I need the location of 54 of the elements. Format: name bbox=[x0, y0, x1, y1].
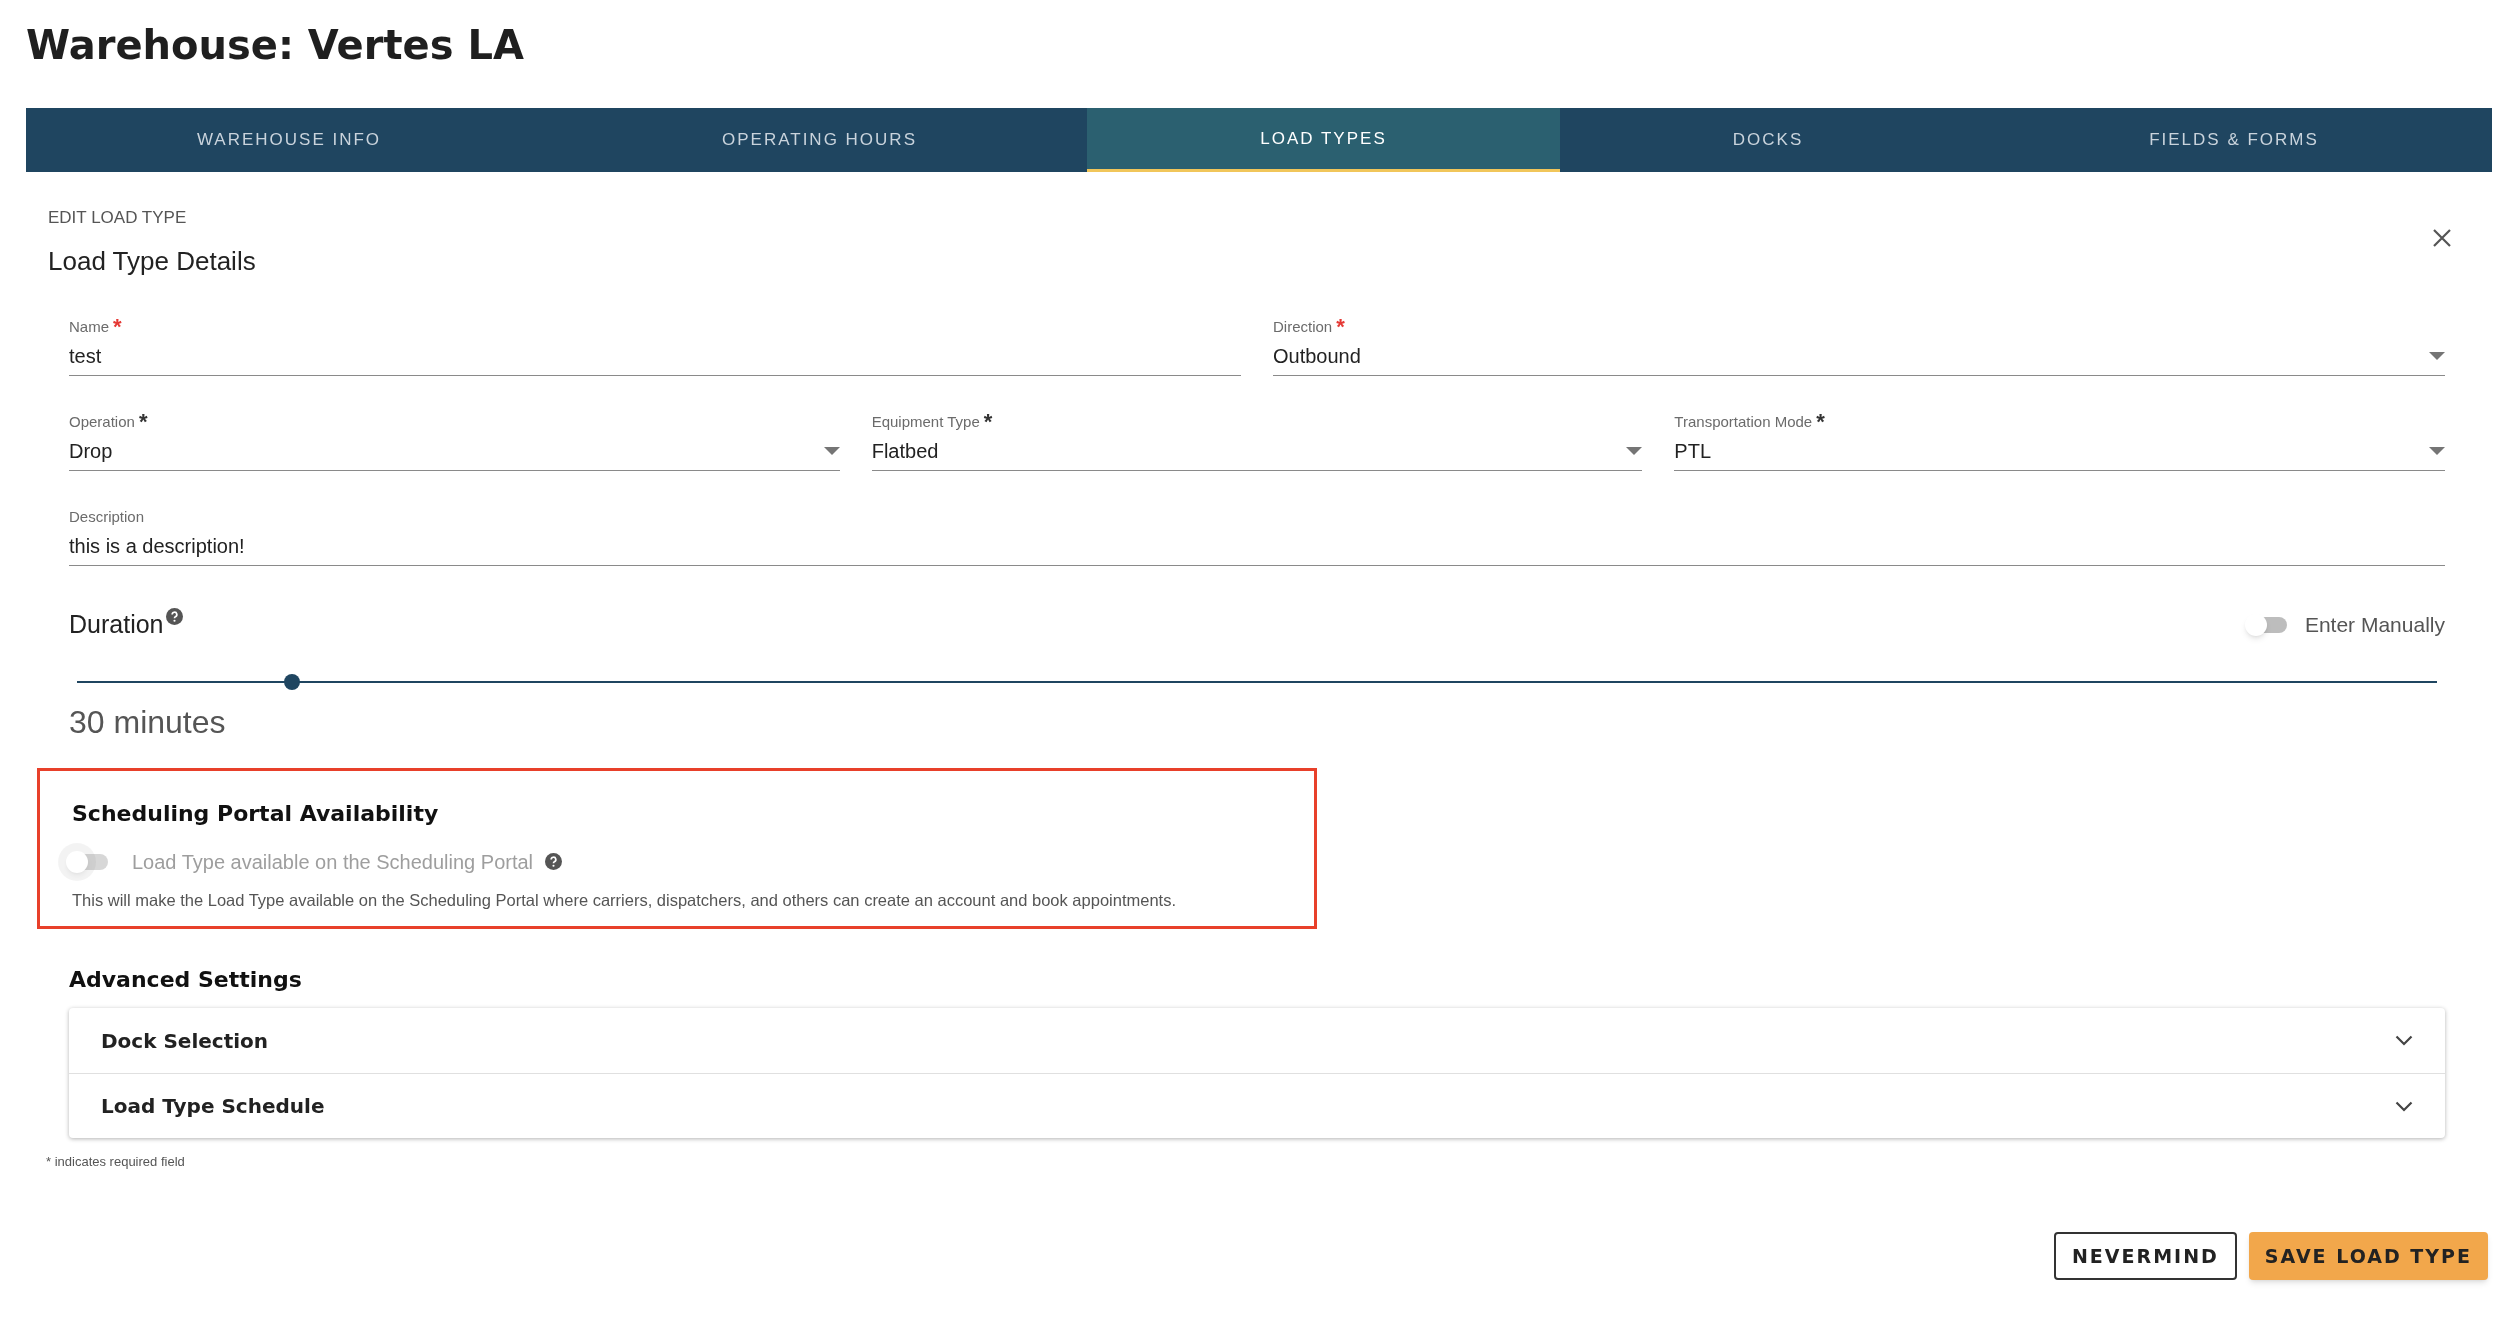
tab[interactable]: LOAD TYPES bbox=[1087, 108, 1560, 172]
field-value: this is a description! bbox=[69, 534, 245, 559]
tab[interactable]: WAREHOUSE INFO bbox=[26, 108, 552, 172]
dropdown-caret-icon bbox=[1626, 447, 1643, 455]
required-asterisk: * bbox=[113, 317, 122, 337]
field-value: test bbox=[69, 344, 102, 369]
slider-track[interactable] bbox=[77, 673, 2437, 690]
page-title: Warehouse: Vertes LA bbox=[26, 21, 525, 70]
field-label: Description bbox=[69, 507, 145, 527]
required-asterisk: * bbox=[1816, 412, 1825, 432]
help-icon[interactable] bbox=[165, 608, 183, 625]
accordion-header[interactable]: Dock Selection bbox=[69, 1008, 2445, 1074]
toggle-label: Load Type available on the Scheduling Portal bbox=[132, 849, 534, 875]
section-heading: Scheduling Portal Availability bbox=[72, 799, 440, 828]
field-label: Transportation Mode bbox=[1674, 412, 1813, 432]
dropdown-caret-icon bbox=[823, 447, 840, 455]
field-label: Name bbox=[69, 317, 109, 337]
required-asterisk: * bbox=[983, 412, 993, 432]
input-field[interactable]: Name * test bbox=[69, 317, 1241, 376]
field-label: Direction bbox=[1273, 317, 1333, 337]
field-value: PTL bbox=[1674, 439, 1712, 464]
field-value: Outbound bbox=[1273, 344, 1361, 369]
tab[interactable]: OPERATING HOURS bbox=[552, 108, 1087, 172]
input-field[interactable]: Description this is a description! bbox=[69, 507, 2445, 566]
duration-label: Duration bbox=[69, 609, 164, 640]
slider-thumb[interactable] bbox=[283, 673, 300, 690]
close-icon[interactable] bbox=[2432, 228, 2452, 248]
dropdown-caret-icon bbox=[2429, 352, 2445, 360]
chevron-icon bbox=[2395, 1035, 2413, 1047]
accordion-header[interactable]: Load Type Schedule bbox=[69, 1073, 2445, 1139]
form-title: Load Type Details bbox=[48, 245, 256, 278]
required-asterisk: * bbox=[1336, 317, 1345, 337]
field-label: Equipment Type bbox=[871, 412, 980, 432]
help-text: This will make the Load Type available on the Scheduling Portal where carriers, dispatchers, and others can create an account and book appointments. bbox=[72, 889, 1177, 911]
duration-reading: 30 minutes bbox=[69, 702, 227, 742]
form-overline: EDIT LOAD TYPE bbox=[48, 208, 188, 228]
toggle-label: Enter Manually bbox=[2304, 612, 2445, 638]
cancel-button[interactable]: NEVERMIND bbox=[2053, 1231, 2237, 1280]
select-field[interactable]: Transportation Mode * PTL bbox=[1674, 412, 2445, 471]
tab[interactable]: FIELDS & FORMS bbox=[1976, 108, 2492, 172]
chevron-icon bbox=[2395, 1100, 2413, 1112]
field-value: Flatbed bbox=[871, 439, 939, 464]
section-heading: Advanced Settings bbox=[69, 966, 303, 995]
dropdown-caret-icon bbox=[2429, 447, 2445, 455]
footnote: * indicates required field bbox=[46, 1153, 186, 1172]
select-field[interactable]: Direction * Outbound bbox=[1273, 317, 2445, 376]
required-asterisk: * bbox=[138, 412, 148, 432]
select-field[interactable]: Equipment Type * Flatbed bbox=[871, 412, 1643, 471]
field-label: Operation bbox=[69, 412, 135, 432]
select-field[interactable]: Operation * Drop bbox=[69, 412, 840, 471]
save-button[interactable]: SAVE LOAD TYPE bbox=[2248, 1231, 2488, 1280]
help-icon[interactable] bbox=[545, 853, 563, 870]
field-value: Drop bbox=[69, 439, 113, 464]
tab[interactable]: DOCKS bbox=[1560, 108, 1976, 172]
